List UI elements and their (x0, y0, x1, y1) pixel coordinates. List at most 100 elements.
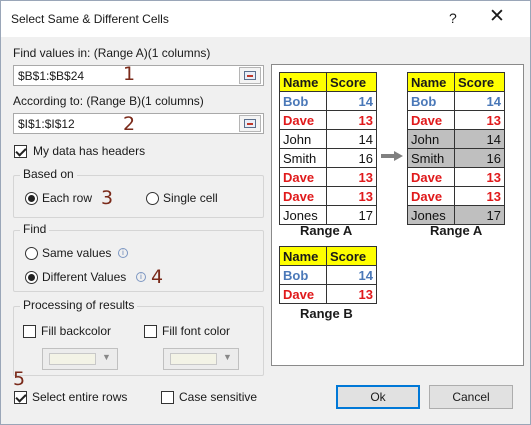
score-cell: 17 (326, 205, 377, 225)
step-number-2: 2 (122, 113, 136, 135)
range-b-label: According to: (Range B)(1 columns) (13, 94, 204, 108)
range-a-label: Find values in: (Range A)(1 columns) (13, 46, 211, 60)
table-row: John 14 (407, 129, 505, 149)
result-caption: Range A (430, 223, 483, 238)
table-header-cell: Score (326, 72, 377, 92)
table-header-row: Name Score (279, 246, 377, 266)
result-table: Name Score Bob 14 Dave 13 John 14 Smith 16 Dave 13 D… (407, 72, 505, 225)
name-cell: Dave (407, 167, 455, 187)
range-b-value: $I$1:$I$12 (18, 117, 75, 131)
info-icon[interactable]: i (118, 248, 128, 258)
score-cell: 16 (326, 148, 377, 168)
score-cell: 13 (326, 167, 377, 187)
table-row: Dave 13 (407, 167, 505, 187)
chevron-down-icon: ▼ (102, 352, 111, 362)
range-b-table: Name Score Bob 14 Dave 13 (279, 246, 377, 304)
name-cell: Dave (279, 284, 327, 304)
each-row-radio[interactable] (25, 192, 38, 205)
range-b-select-button[interactable] (239, 115, 261, 132)
fill-fontcolor-label: Fill font color (162, 324, 231, 338)
table-row: Bob 14 (279, 91, 377, 111)
name-cell: Smith (407, 148, 455, 168)
name-cell: John (407, 129, 455, 149)
select-same-different-dialog: Select Same & Different Cells ? ✕ Find v… (0, 0, 531, 425)
score-cell: 14 (454, 129, 505, 149)
table-row: Smith 16 (407, 148, 505, 168)
step-number-4: 4 (150, 266, 164, 288)
score-cell: 17 (454, 205, 505, 225)
headers-checkbox[interactable] (14, 145, 27, 158)
score-cell: 14 (326, 129, 377, 149)
name-cell: Smith (279, 148, 327, 168)
name-cell: John (279, 129, 327, 149)
range-b-caption: Range B (300, 306, 353, 321)
score-cell: 13 (326, 284, 377, 304)
name-cell: Bob (279, 91, 327, 111)
fontcolor-picker[interactable]: ▼ (163, 348, 239, 370)
single-cell-radio[interactable] (146, 192, 159, 205)
name-cell: Jones (407, 205, 455, 225)
score-cell: 13 (454, 110, 505, 130)
arrow-right-icon (381, 151, 403, 161)
fill-backcolor-checkbox[interactable] (23, 325, 36, 338)
name-cell: Jones (279, 205, 327, 225)
range-select-icon (244, 71, 256, 80)
select-entire-rows-checkbox[interactable] (14, 391, 27, 404)
name-cell: Dave (279, 110, 327, 130)
same-values-radio[interactable] (25, 247, 38, 260)
chevron-down-icon: ▼ (223, 352, 232, 362)
table-row: Dave 13 (279, 186, 377, 206)
backcolor-picker[interactable]: ▼ (42, 348, 118, 370)
table-header-row: Name Score (407, 72, 505, 92)
table-header-cell: Name (279, 246, 327, 266)
table-row: Jones 17 (279, 205, 377, 225)
score-cell: 14 (326, 265, 377, 285)
table-row: Dave 13 (407, 186, 505, 206)
name-cell: Dave (279, 186, 327, 206)
case-sensitive-label: Case sensitive (179, 390, 258, 404)
score-cell: 14 (326, 91, 377, 111)
table-row: Dave 13 (279, 284, 377, 304)
name-cell: Dave (407, 110, 455, 130)
color-swatch (49, 353, 96, 365)
help-button[interactable]: ? (449, 10, 457, 26)
score-cell: 13 (454, 186, 505, 206)
fill-fontcolor-checkbox[interactable] (144, 325, 157, 338)
same-values-label: Same values (42, 246, 112, 260)
select-entire-rows-label: Select entire rows (32, 390, 128, 404)
name-cell: Bob (279, 265, 327, 285)
info-icon[interactable]: i (136, 272, 146, 282)
range-a-table: Name Score Bob 14 Dave 13 John 14 Smith 16 Dave 13 D… (279, 72, 377, 225)
table-row: Jones 17 (407, 205, 505, 225)
close-button[interactable]: ✕ (489, 7, 505, 27)
color-swatch (170, 353, 217, 365)
case-sensitive-checkbox[interactable] (161, 391, 174, 404)
title-bar: Select Same & Different Cells ? ✕ (1, 1, 530, 37)
step-number-1: 1 (122, 63, 136, 85)
name-cell: Bob (407, 91, 455, 111)
window-title: Select Same & Different Cells (11, 12, 169, 26)
table-row: Smith 16 (279, 148, 377, 168)
table-row: Dave 13 (407, 110, 505, 130)
single-cell-label: Single cell (163, 191, 218, 205)
cancel-button[interactable]: Cancel (429, 385, 513, 409)
range-a-select-button[interactable] (239, 67, 261, 84)
table-header-cell: Score (454, 72, 505, 92)
step-number-3: 3 (100, 187, 114, 209)
name-cell: Dave (279, 167, 327, 187)
ok-button[interactable]: Ok (336, 385, 420, 409)
find-title: Find (20, 222, 50, 236)
table-row: Bob 14 (407, 91, 505, 111)
different-values-radio[interactable] (25, 271, 38, 284)
score-cell: 13 (326, 110, 377, 130)
name-cell: Dave (407, 186, 455, 206)
score-cell: 13 (326, 186, 377, 206)
table-header-cell: Score (326, 246, 377, 266)
table-header-cell: Name (407, 72, 455, 92)
step-number-5: 5 (12, 368, 26, 390)
table-row: Dave 13 (279, 110, 377, 130)
score-cell: 16 (454, 148, 505, 168)
table-row: John 14 (279, 129, 377, 149)
range-a-caption: Range A (300, 223, 353, 238)
table-row: Dave 13 (279, 167, 377, 187)
